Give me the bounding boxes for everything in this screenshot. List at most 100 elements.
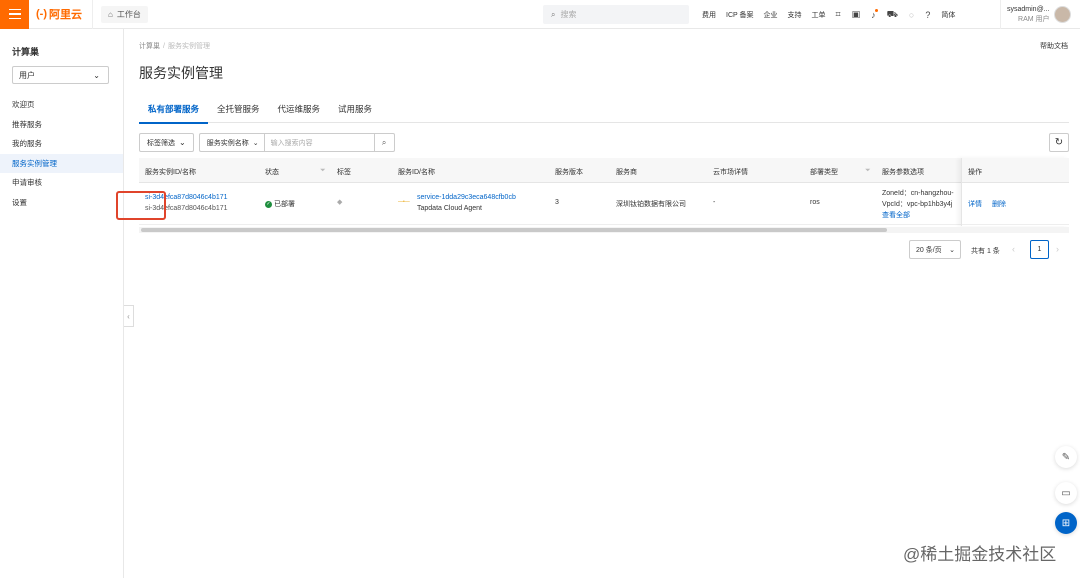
user-menu[interactable]: sysadmin@... RAM 用户 xyxy=(1000,0,1071,29)
page-number-current[interactable]: 1 xyxy=(1030,240,1049,259)
chevron-down-icon: ⌄ xyxy=(179,138,186,147)
role-select[interactable]: 用户 ⌄ xyxy=(12,66,109,84)
chat-button[interactable]: ▭ xyxy=(1055,482,1077,504)
avatar[interactable] xyxy=(1053,6,1071,23)
global-search-placeholder: 搜索 xyxy=(560,10,577,19)
tab-private[interactable]: 私有部署服务 xyxy=(139,97,209,124)
col-provider: 服务商 xyxy=(616,169,637,176)
market-detail: - xyxy=(713,199,716,206)
chevron-down-icon: ⌄ xyxy=(949,246,955,254)
prev-page-button[interactable]: ‹ xyxy=(1012,244,1015,254)
next-page-button[interactable]: › xyxy=(1056,244,1059,254)
cart-icon[interactable]: ⛟ xyxy=(887,9,898,21)
screen-icon[interactable]: ▣ xyxy=(852,9,861,20)
nav-enterprise[interactable]: 企业 xyxy=(764,10,778,20)
sidebar-item-settings[interactable]: 设置 xyxy=(0,193,123,213)
service-id-link[interactable]: service-1dda29c3eca648cfb0cb xyxy=(417,194,516,201)
tab-managed[interactable]: 全托管服务 xyxy=(208,97,269,123)
pencil-icon: ✎ xyxy=(1061,451,1071,463)
chevron-down-icon: ⌄ xyxy=(252,139,259,147)
logo-mark: (-) xyxy=(36,8,47,20)
sidebar-item-recommended[interactable]: 推荐服务 xyxy=(0,115,123,135)
view-all-params-link[interactable]: 查看全部 xyxy=(882,210,910,220)
top-nav-links: 费用 ICP 备案 企业 支持 工单 ⌗ ▣ ♪ ⛟ ○ ? 简体 xyxy=(702,0,965,29)
chat-icon: ▭ xyxy=(1061,487,1071,499)
search-button[interactable]: ⌕ xyxy=(374,133,395,152)
horizontal-scrollbar[interactable] xyxy=(141,228,887,232)
filter-icon[interactable]: ⏷ xyxy=(865,167,871,175)
table-header: 服务实例ID/名称 状态 ⏷ 标签 服务ID/名称 服务版本 服务商 云市场详情… xyxy=(139,158,1069,183)
page-title: 服务实例管理 xyxy=(139,65,223,81)
home-icon: ⌂ xyxy=(108,9,113,19)
page-size-value: 20 条/页 xyxy=(916,246,942,254)
sidebar-item-my-services[interactable]: 我的服务 xyxy=(0,134,123,154)
nav-support[interactable]: 支持 xyxy=(788,10,802,20)
global-search-input[interactable]: ⌕ 搜索 xyxy=(543,5,689,24)
status-text: 已部署 xyxy=(274,201,295,208)
breadcrumb-current: 服务实例管理 xyxy=(167,43,210,50)
table-row: si-3d4efca87d8046c4b171 si-3d4efca87d804… xyxy=(139,183,1069,225)
param-zone: ZoneId：cn-hangzhou- xyxy=(882,190,954,197)
sidebar: 计算巢 用户 ⌄ 欢迎页 推荐服务 我的服务 服务实例管理 申请审核 设置 xyxy=(0,29,124,578)
sidebar-collapse-button[interactable]: ‹ xyxy=(124,305,134,327)
status-badge: ✓ 已部署 xyxy=(265,199,295,209)
sidebar-item-review[interactable]: 申请审核 xyxy=(0,173,123,193)
aliyun-logo[interactable]: (-) 阿里云 xyxy=(36,0,93,29)
search-icon: ⌕ xyxy=(381,137,387,147)
refresh-icon: ↻ xyxy=(1054,137,1064,148)
col-deploy-type: 部署类型 xyxy=(810,169,838,176)
service-logo: —•— xyxy=(398,199,410,205)
breadcrumb: 计算巢 / 服务实例管理 xyxy=(139,43,210,50)
col-version: 服务版本 xyxy=(555,169,583,176)
search-field-select[interactable]: 服务实例名称 ⌄ xyxy=(198,133,264,152)
col-params: 服务参数选项 xyxy=(882,169,924,176)
col-market: 云市场详情 xyxy=(713,169,748,176)
check-icon: ✓ xyxy=(265,200,272,208)
nav-fees[interactable]: 费用 xyxy=(702,10,716,20)
page-size-select[interactable]: 20 条/页 ⌄ xyxy=(909,240,961,259)
instance-table: 服务实例ID/名称 状态 ⏷ 标签 服务ID/名称 服务版本 服务商 云市场详情… xyxy=(139,158,1069,226)
grid-icon: ⊞ xyxy=(1061,517,1071,529)
code-icon[interactable]: ⌗ xyxy=(836,9,841,20)
bell-icon[interactable]: ♪ xyxy=(871,8,878,20)
workbench-button[interactable]: ⌂ 工作台 xyxy=(101,5,148,23)
sidebar-item-welcome[interactable]: 欢迎页 xyxy=(0,95,123,115)
deploy-type: ros xyxy=(810,199,820,206)
chevron-left-icon: ‹ xyxy=(127,311,130,321)
col-instance-id: 服务实例ID/名称 xyxy=(145,169,196,176)
nav-icp[interactable]: ICP 备案 xyxy=(726,10,754,20)
refresh-button[interactable]: ↻ xyxy=(1049,133,1069,152)
help-icon[interactable]: ? xyxy=(925,10,930,20)
service-tabs: 私有部署服务 全托管服务 代运维服务 试用服务 xyxy=(139,97,1069,124)
logo-text: 阿里云 xyxy=(49,9,82,21)
search-field-label: 服务实例名称 xyxy=(206,139,249,147)
table-toolbar: 标签筛选 ⌄ 服务实例名称 ⌄ 输入搜索内容 ⌕ xyxy=(139,133,395,153)
col-tag: 标签 xyxy=(337,169,351,176)
menu-icon[interactable] xyxy=(0,0,29,29)
edit-feedback-button[interactable]: ✎ xyxy=(1055,446,1077,468)
apps-button[interactable]: ⊞ xyxy=(1055,512,1077,534)
user-name: sysadmin@... xyxy=(1007,5,1050,13)
language-switch[interactable]: 简体 xyxy=(941,10,955,20)
user-role: RAM 用户 xyxy=(1018,15,1050,23)
tab-ops[interactable]: 代运维服务 xyxy=(269,97,330,123)
filter-icon[interactable]: ⏷ xyxy=(320,167,326,175)
nav-ticket[interactable]: 工单 xyxy=(812,10,826,20)
tag-filter-button[interactable]: 标签筛选 ⌄ xyxy=(139,133,194,152)
tab-trial[interactable]: 试用服务 xyxy=(329,97,381,123)
service-version: 3 xyxy=(555,199,559,206)
param-vpc: VpcId：vpc-bp1hb3y4j xyxy=(882,201,953,208)
tag-icon[interactable]: ◆ xyxy=(337,198,342,206)
chevron-down-icon: ⌄ xyxy=(93,70,100,80)
breadcrumb-root[interactable]: 计算巢 xyxy=(139,43,160,50)
search-input[interactable]: 输入搜索内容 xyxy=(263,133,375,152)
help-docs-link[interactable]: 帮助文档 xyxy=(1040,41,1068,51)
actions-column-divider xyxy=(961,158,1069,226)
search-icon: ⌕ xyxy=(551,9,556,19)
bulb-icon[interactable]: ○ xyxy=(909,10,914,20)
total-count: 共有 1 条 xyxy=(971,248,1000,255)
col-service-id: 服务ID/名称 xyxy=(398,169,435,176)
status-highlight-box xyxy=(116,191,166,220)
col-status: 状态 xyxy=(265,169,279,176)
sidebar-item-instances[interactable]: 服务实例管理 xyxy=(0,153,123,173)
